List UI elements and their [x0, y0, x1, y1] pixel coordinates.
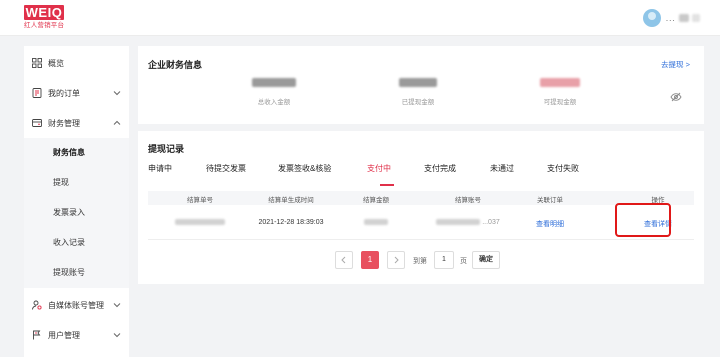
- stat-available: 可提现金额: [510, 78, 610, 106]
- order-icon: [32, 88, 42, 98]
- column-header: 结算单生成时间: [268, 197, 314, 204]
- card-title: 企业财务信息: [148, 60, 203, 70]
- tab-invoice-verification[interactable]: 发票签收&核验: [278, 163, 331, 174]
- redacted-block: [436, 219, 481, 226]
- column-header: 关联订单: [537, 197, 563, 204]
- sidebar-item-label: 我的订单: [48, 88, 80, 98]
- top-header: WEIQ 红人营销平台 ...: [0, 0, 720, 36]
- stat-withdrawn: 已提现金额: [368, 78, 468, 106]
- sidebar-item-label: 财务管理: [48, 118, 80, 128]
- sidebar-item-user-management[interactable]: 用户管理: [24, 320, 129, 350]
- column-header: 结算账号: [455, 197, 481, 204]
- redacted-block: [399, 78, 437, 87]
- redacted-block: [252, 78, 296, 87]
- column-header: 结算金额: [363, 197, 389, 204]
- cell-created-time: 2021-12-28 18:39:03: [258, 219, 324, 226]
- sidebar-subitem-withdraw-account[interactable]: 提现账号: [24, 258, 129, 288]
- finance-icon: [32, 119, 42, 127]
- table-row: 2021-12-28 18:39:03 ...037 查看明细 查看详情: [148, 206, 694, 240]
- stat-total-income: 总收入金额: [224, 78, 324, 106]
- redacted-block: [692, 14, 700, 23]
- chevron-left-icon: [341, 256, 346, 264]
- goto-suffix-label: 页: [460, 258, 467, 265]
- avatar[interactable]: [642, 9, 661, 27]
- chevron-down-icon: [113, 91, 121, 96]
- stat-value-redacted: [510, 78, 610, 90]
- sidebar-subitem-invoice-entry[interactable]: 发票录入: [24, 198, 129, 228]
- tab-paid[interactable]: 支付完成: [424, 163, 456, 174]
- stat-label: 已提现金额: [401, 99, 435, 106]
- redacted-block: [678, 14, 689, 23]
- sidebar-subitem-withdraw[interactable]: 提现: [24, 168, 129, 198]
- stat-label: 总收入金额: [257, 99, 291, 106]
- sidebar-item-label: 概览: [48, 58, 64, 68]
- active-tab-indicator: [380, 184, 394, 186]
- chevron-down-icon: [113, 303, 121, 308]
- sidebar-item-overview[interactable]: 概览: [24, 48, 129, 78]
- sidebar-subitem-finance-info[interactable]: 财务信息: [24, 138, 129, 168]
- page-button-current[interactable]: 1: [361, 251, 379, 269]
- sidebar-item-media-accounts[interactable]: 自媒体账号管理: [24, 290, 129, 320]
- goto-prefix-label: 到第: [413, 258, 427, 265]
- column-header: 结算单号: [187, 197, 213, 204]
- stat-label: 可提现金额: [543, 99, 577, 106]
- table-header: 结算单号 结算单生成时间 结算金额 结算账号 关联订单 操作: [148, 191, 694, 205]
- grid-icon: [32, 58, 42, 68]
- cell-account: ...037: [428, 219, 508, 226]
- next-page-button[interactable]: [387, 251, 405, 269]
- withdraw-link[interactable]: 去提现 >: [661, 59, 690, 70]
- tab-pending-invoice[interactable]: 待提交发票: [206, 163, 246, 174]
- sidebar-item-finance[interactable]: 财务管理: [24, 108, 129, 138]
- redacted-block: [175, 219, 225, 226]
- tab-rejected[interactable]: 未通过: [490, 163, 514, 174]
- tab-paying[interactable]: 支付中: [367, 163, 391, 174]
- logo-tagline: 红人营销平台: [24, 22, 65, 29]
- user-menu[interactable]: ...: [642, 9, 700, 27]
- card-title: 提现记录: [148, 144, 185, 154]
- user-flag-icon: [33, 330, 41, 340]
- goto-confirm-button[interactable]: 确定: [472, 251, 500, 269]
- finance-info-card: 企业财务信息 去提现 > 总收入金额 已提现金额 可提现金额: [138, 46, 704, 124]
- cell-amount: [346, 219, 406, 226]
- user-name-text: ...: [665, 13, 676, 23]
- cell-settlement-id: [170, 219, 230, 226]
- logo[interactable]: WEIQ 红人营销平台: [24, 5, 68, 30]
- sidebar-subitem-income-records[interactable]: 收入记录: [24, 228, 129, 258]
- sidebar-item-orders[interactable]: 我的订单: [24, 78, 129, 108]
- user-name: ...: [666, 14, 700, 23]
- chevron-up-icon: [113, 120, 121, 125]
- stat-value-redacted: [368, 78, 468, 90]
- sidebar-item-label: 用户管理: [48, 330, 80, 340]
- goto-page-input[interactable]: 1: [434, 251, 454, 269]
- account-icon: [32, 300, 42, 310]
- sidebar-item-label: 自媒体账号管理: [48, 300, 104, 310]
- chevron-down-icon: [113, 333, 121, 338]
- eye-off-icon[interactable]: [670, 92, 682, 102]
- redacted-block: [364, 219, 388, 226]
- tab-payment-failed[interactable]: 支付失败: [547, 163, 579, 174]
- chevron-right-icon: [394, 256, 399, 264]
- tab-applying[interactable]: 申请中: [148, 163, 172, 174]
- logo-mark: WEIQ: [24, 5, 64, 20]
- stat-value-redacted: [224, 78, 324, 90]
- redacted-block: [540, 78, 580, 87]
- highlight-annotation: [615, 203, 671, 237]
- prev-page-button[interactable]: [335, 251, 353, 269]
- sidebar: 概览 我的订单 财务管理 财务信息 提现 发票录入 收入记录 提现账号 自媒体账…: [24, 46, 129, 357]
- account-suffix: ...037: [482, 219, 500, 226]
- view-order-details-link[interactable]: 查看明细: [520, 219, 580, 229]
